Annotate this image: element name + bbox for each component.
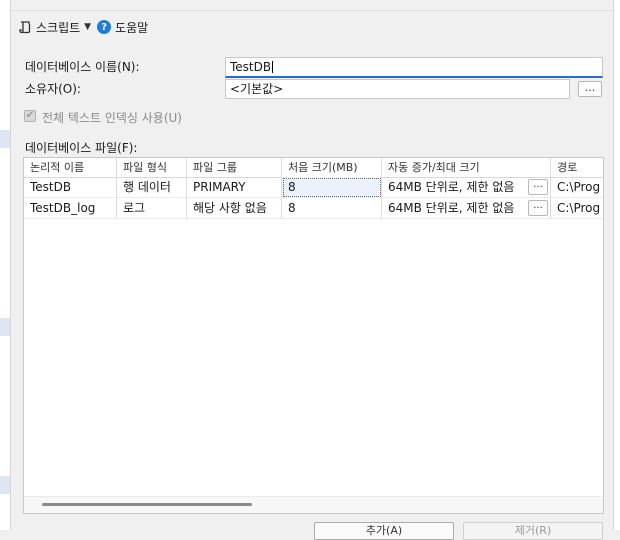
toolbar-divider	[10, 10, 614, 11]
files-label: 데이터베이스 파일(F):	[25, 141, 138, 155]
left-panel-marker	[0, 318, 10, 336]
script-label: 스크립트	[36, 20, 81, 35]
grid-header: 논리적 이름 파일 형식 파일 그룹 처음 크기(MB) 자동 증가/최대 크기…	[24, 158, 603, 178]
script-button[interactable]: 스크립트	[18, 19, 80, 36]
cell-filegroup[interactable]: PRIMARY	[187, 177, 282, 198]
cell-file-type[interactable]: 로그	[117, 198, 187, 219]
autogrowth-browse-button[interactable]: ...	[528, 200, 548, 216]
cell-autogrowth[interactable]: 64MB 단위로, 제한 없음	[382, 198, 551, 219]
right-edge	[613, 0, 620, 530]
help-icon: ?	[97, 20, 112, 34]
column-header-autogrowth[interactable]: 자동 증가/최대 크기	[382, 158, 551, 177]
cell-logical-name[interactable]: TestDB	[24, 177, 117, 198]
help-button[interactable]: ? 도움말	[97, 19, 148, 36]
cell-initial-size[interactable]: 8	[282, 177, 382, 198]
left-panel-strip	[0, 0, 11, 530]
add-button[interactable]: 추가(A)	[314, 522, 454, 540]
db-name-value: TestDB	[230, 60, 272, 74]
cell-filegroup[interactable]: 해당 사항 없음	[187, 198, 282, 219]
db-name-label: 데이터베이스 이름(N):	[25, 60, 140, 74]
help-label: 도움말	[115, 20, 149, 35]
owner-browse-button[interactable]: ...	[578, 81, 602, 97]
cell-autogrowth[interactable]: 64MB 단위로, 제한 없음	[382, 177, 551, 198]
left-panel-marker	[0, 476, 10, 494]
script-icon	[18, 20, 32, 34]
cell-logical-name[interactable]: TestDB_log	[24, 198, 117, 219]
autogrowth-browse-button[interactable]: ...	[528, 179, 548, 195]
owner-value: <기본값>	[230, 82, 284, 96]
fulltext-checkbox[interactable]: ✔	[24, 110, 36, 122]
column-header-initial-size[interactable]: 처음 크기(MB)	[282, 158, 382, 177]
remove-button[interactable]: 제거(R)	[463, 522, 603, 540]
horizontal-scrollbar[interactable]	[24, 496, 603, 513]
cell-file-type[interactable]: 행 데이터	[117, 177, 187, 198]
column-header-filegroup[interactable]: 파일 그룹	[187, 158, 282, 177]
text-caret	[272, 61, 274, 73]
left-panel-marker	[0, 130, 10, 148]
owner-input[interactable]: <기본값>	[225, 79, 570, 99]
cell-initial-size[interactable]: 8	[282, 198, 382, 219]
cell-path[interactable]: C:\Prog	[551, 177, 603, 198]
toolbar: 스크립트 ▼ ? 도움말	[10, 13, 614, 41]
column-header-file-type[interactable]: 파일 형식	[117, 158, 187, 177]
checkmark-icon: ✔	[25, 110, 35, 121]
fulltext-label: 전체 텍스트 인덱싱 사용(U)	[42, 111, 182, 125]
column-header-path[interactable]: 경로	[551, 158, 603, 177]
scrollbar-thumb[interactable]	[42, 503, 252, 506]
db-name-input[interactable]: TestDB	[225, 57, 603, 78]
column-header-logical-name[interactable]: 논리적 이름	[24, 158, 117, 177]
database-files-grid[interactable]: 논리적 이름 파일 형식 파일 그룹 처음 크기(MB) 자동 증가/최대 크기…	[23, 157, 604, 514]
cell-path[interactable]: C:\Prog	[551, 198, 603, 219]
chevron-down-icon[interactable]: ▼	[84, 22, 91, 32]
owner-label: 소유자(O):	[25, 82, 81, 96]
